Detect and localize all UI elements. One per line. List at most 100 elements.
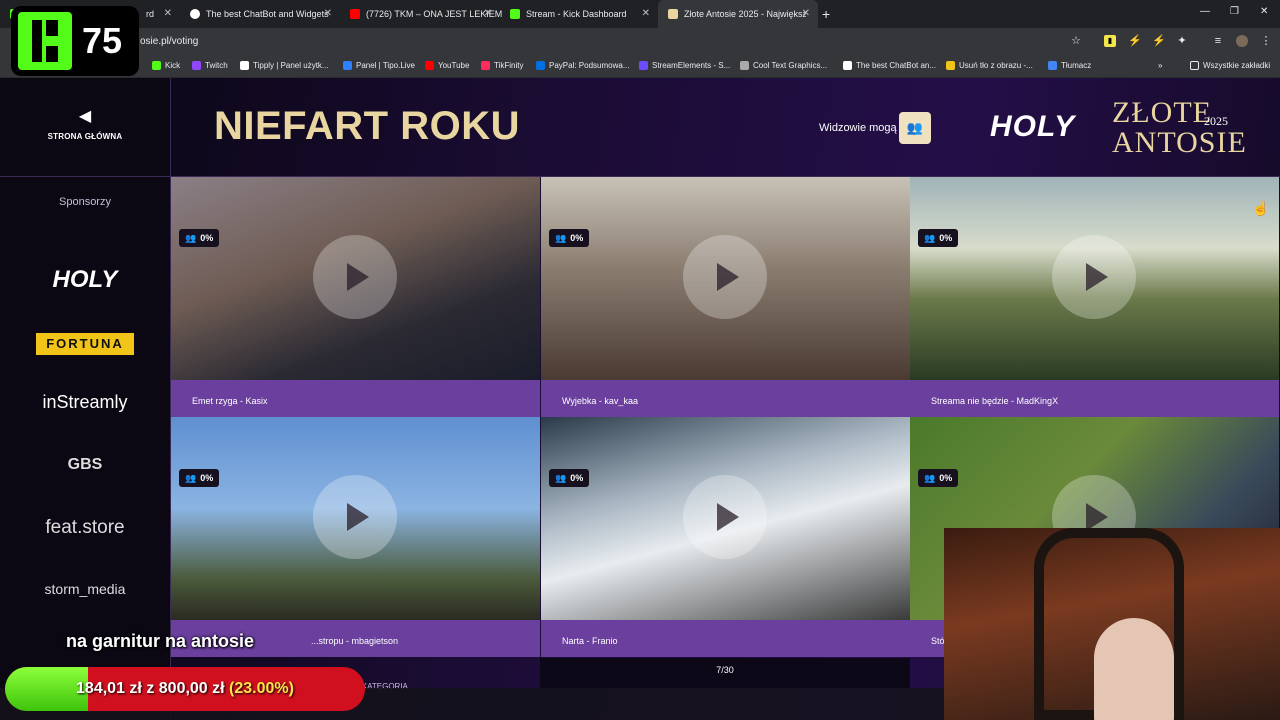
bookmark-label: Panel | Tipo.Live (356, 61, 416, 70)
close-tab-icon[interactable]: ✕ (802, 8, 810, 19)
play-icon[interactable] (683, 235, 767, 319)
more-bookmarks-icon[interactable]: » (1158, 61, 1162, 70)
close-window-icon[interactable]: ✕ (1260, 6, 1268, 17)
cooltext-icon (740, 61, 749, 70)
tab-title: Złote Antosie 2025 - Największ (684, 9, 806, 19)
vote-percent-badge: 👥 0% (918, 469, 959, 487)
restore-icon[interactable]: ❐ (1230, 6, 1239, 17)
play-icon[interactable] (1052, 235, 1136, 319)
percent-value: 0% (939, 233, 953, 243)
bookmark-item[interactable]: YouTube (425, 61, 469, 70)
home-button[interactable]: ◀ STRONA GŁÓWNA (40, 108, 130, 144)
card-label: Streama nie będzie - MadKingX (910, 380, 1279, 417)
users-icon: 👥 (924, 472, 936, 483)
extension-icon[interactable]: ⚡ (1152, 35, 1166, 47)
users-icon: 👥 (185, 232, 197, 243)
streamelements-icon (639, 61, 648, 70)
removebg-icon (946, 61, 955, 70)
goal-percent: (23.00%) (229, 680, 294, 697)
bookmark-label: The best ChatBot an... (856, 61, 937, 70)
viewers-users-button[interactable]: 👥 (899, 112, 931, 144)
goal-text: 184,01 zł z 800,00 zł (23.00%) (5, 667, 365, 711)
youtube-icon (425, 61, 434, 70)
sponsor-featstore[interactable]: feat.store (0, 517, 170, 539)
extension-icon[interactable]: ⚡ (1128, 35, 1142, 47)
browser-tab[interactable]: The best ChatBot and Widgets ✕ (180, 0, 340, 28)
translate-icon (1048, 61, 1057, 70)
bookmark-item[interactable]: PayPal: Podsumowa... (536, 61, 629, 70)
vote-percent-badge: 👥 0% (918, 229, 959, 247)
users-icon: 👥 (555, 232, 567, 243)
media-icon[interactable]: ≡ (1212, 35, 1224, 47)
kick-favicon-icon (510, 9, 520, 19)
sponsor-holy[interactable]: HOLY (0, 266, 170, 294)
bookmark-item[interactable]: Twitch (192, 61, 228, 70)
bookmark-item[interactable]: Cool Text Graphics... (740, 61, 827, 70)
play-icon[interactable] (313, 475, 397, 559)
bookmark-label: YouTube (438, 61, 470, 70)
bookmark-label: TikFinity (494, 61, 524, 70)
close-tab-icon[interactable]: ✕ (642, 8, 650, 19)
bookmark-label: Usuń tło z obrazu -... (959, 61, 1033, 70)
extension-icon[interactable]: ▮ (1104, 35, 1116, 47)
sponsor-instreamly[interactable]: inStreamly (0, 392, 170, 413)
minimize-icon[interactable]: — (1200, 6, 1210, 17)
bookmarks-bar: Kick Twitch Tipply | Panel użytk... Pane… (0, 56, 1280, 78)
sponsor-gbs[interactable]: GBS (0, 456, 170, 474)
kick-logo-icon (18, 12, 72, 70)
video-card[interactable]: 👥 0% Emet rzyga - Kasix (171, 177, 540, 417)
video-card[interactable]: 👥 0% ...stropu - mbagietson (171, 417, 540, 657)
browser-tab[interactable]: (7726) TKM – ONA JEST LEKIEM ✕ (340, 0, 502, 28)
antosie-favicon-icon (668, 9, 678, 19)
vote-percent-badge: 👥 0% (179, 229, 220, 247)
url-field[interactable]: osie.pl/voting (140, 36, 198, 47)
close-tab-icon[interactable]: ✕ (484, 8, 492, 19)
donation-goal-bar: 184,01 zł z 800,00 zł (23.00%) (5, 667, 365, 711)
logo-line2: ANTOSIE (1112, 126, 1247, 159)
browser-tab-active[interactable]: Złote Antosie 2025 - Największ ✕ (658, 0, 818, 28)
page-title: NIEFART ROKU (214, 104, 520, 148)
percent-value: 0% (939, 473, 953, 483)
profile-avatar-icon[interactable] (1236, 35, 1248, 47)
bookmark-label: Tipply | Panel użytk... (253, 61, 329, 70)
browser-tab[interactable]: Stream - Kick Dashboard ✕ (500, 0, 658, 28)
bookmark-item[interactable]: Usuń tło z obrazu -... (946, 61, 1033, 70)
percent-value: 0% (200, 233, 214, 243)
logo-year: 2025 (1204, 114, 1228, 128)
viewers-label: Widzowie mogą (819, 122, 897, 134)
address-bar: osie.pl/voting ☆ ▮ ⚡ ⚡ ✦ ≡ ⋮ (0, 28, 1280, 56)
bookmark-label: Kick (165, 61, 181, 70)
all-bookmarks[interactable]: Wszystkie zakładki (1190, 61, 1270, 70)
bookmark-item[interactable]: TikFinity (481, 61, 523, 70)
bookmark-item[interactable]: The best ChatBot an... (843, 61, 936, 70)
mouse-cursor-icon: ☝ (1252, 200, 1270, 216)
bookmark-star-icon[interactable]: ☆ (1070, 35, 1082, 47)
video-card[interactable]: 👥 0% Wyjebka - kav_kaa (541, 177, 910, 417)
extensions-puzzle-icon[interactable]: ✦ (1176, 35, 1188, 47)
users-icon: 👥 (906, 120, 924, 135)
bookmark-label: Tłumacz (1061, 61, 1092, 70)
arrow-left-icon: ◀ (78, 108, 92, 125)
play-icon[interactable] (313, 235, 397, 319)
donation-caption: na garnitur na antosie (66, 631, 255, 651)
play-icon[interactable] (683, 475, 767, 559)
sponsor-fortuna[interactable]: FORTUNA (36, 333, 134, 355)
close-tab-icon[interactable]: ✕ (324, 8, 332, 19)
sponsor-stormmedia[interactable]: storm_media (0, 581, 170, 597)
bookmark-label: StreamElements - S... (652, 61, 731, 70)
close-tab-icon[interactable]: ✕ (164, 8, 172, 19)
bookmark-item[interactable]: Tłumacz (1048, 61, 1091, 70)
bookmark-item[interactable]: Tipply | Panel użytk... (240, 61, 329, 70)
video-card[interactable]: 👥 0% Narta - Franio (541, 417, 910, 657)
new-tab-button[interactable]: + (822, 6, 830, 22)
bookmark-item[interactable]: Kick (152, 61, 180, 70)
card-label: Wyjebka - kav_kaa (541, 380, 910, 417)
menu-dots-icon[interactable]: ⋮ (1260, 35, 1272, 47)
percent-value: 0% (570, 473, 584, 483)
tab-title: Stream - Kick Dashboard (526, 9, 627, 19)
bookmark-item[interactable]: StreamElements - S... (639, 61, 730, 70)
kick-viewer-badge: 75 (11, 6, 139, 76)
card-label: Narta - Franio (541, 620, 910, 657)
video-card[interactable]: 👥 0% Streama nie będzie - MadKingX (910, 177, 1279, 417)
bookmark-item[interactable]: Panel | Tipo.Live (343, 61, 415, 70)
